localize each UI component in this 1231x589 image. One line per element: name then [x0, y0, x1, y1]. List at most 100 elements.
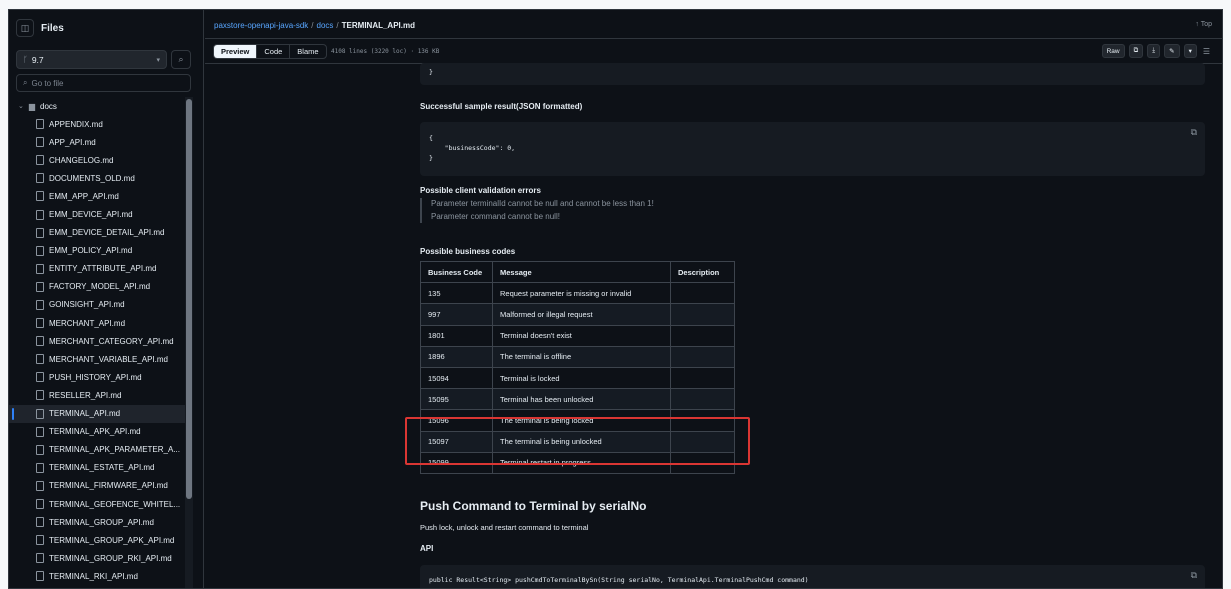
table-row: 15094 Terminal is locked — [420, 366, 735, 390]
highlight-annotation-box — [405, 417, 750, 465]
chevron-down-icon: ⌄ — [18, 103, 24, 110]
tree-item-file[interactable]: ENTITY_ATTRIBUTE_API.md — [9, 260, 185, 278]
tree-item-file[interactable]: TERMINAL_APK_PARAMETER_A... — [9, 441, 185, 459]
breadcrumb-separator: / — [311, 21, 314, 30]
sidebar-title: Files — [41, 22, 64, 34]
table-row: 135 Request parameter is missing or inval… — [420, 282, 735, 305]
tree-item-file[interactable]: TERMINAL_ESTATE_API.md — [9, 459, 185, 477]
tree-item-file[interactable]: DOCUMENTS_OLD.md — [9, 169, 185, 187]
tree-item-file[interactable]: FACTORY_MODEL_API.md — [9, 278, 185, 296]
collapse-sidebar-icon[interactable]: ◫ — [16, 19, 34, 37]
tree-item-file[interactable]: MERCHANT_CATEGORY_API.md — [9, 332, 185, 350]
tree-item-label: RESELLER_API.md — [49, 390, 122, 400]
tree-item-file[interactable]: MERCHANT_VARIABLE_API.md — [9, 350, 185, 368]
table-cell: 997 — [420, 303, 493, 326]
tree-item-label: MERCHANT_VARIABLE_API.md — [49, 354, 168, 364]
tree-item-label: DOCUMENTS_OLD.md — [49, 173, 135, 183]
tab-code[interactable]: Code — [257, 45, 291, 58]
top-link[interactable]: ↑ Top — [1195, 21, 1212, 28]
tree-item-file[interactable]: TERMINAL_GROUP_RKI_API.md — [9, 549, 185, 567]
breadcrumb-repo-link[interactable]: paxstore-openapi-java-sdk — [214, 21, 308, 30]
validation-heading: Possible client validation errors — [420, 186, 541, 195]
tree-item-file[interactable]: APP_API.md — [9, 133, 185, 151]
table-row: 1801 Terminal doesn't exist — [420, 324, 735, 347]
tree-item-file[interactable]: PUSH_HISTORY_API.md — [9, 368, 185, 386]
outline-icon[interactable]: ☰ — [1201, 47, 1212, 56]
file-icon — [36, 499, 44, 510]
scrollbar-thumb[interactable] — [186, 99, 192, 499]
column-header: Business Code — [420, 260, 493, 284]
table-cell — [670, 303, 735, 326]
tree-item-file[interactable]: EMM_POLICY_API.md — [9, 242, 185, 260]
tree-item-file[interactable]: EMM_DEVICE_API.md — [9, 205, 185, 223]
raw-button[interactable]: Raw — [1101, 44, 1125, 58]
file-icon — [36, 119, 44, 130]
view-mode-tabs: Preview Code Blame — [213, 44, 327, 59]
tree-item-file[interactable]: TERMINAL_GEOFENCE_WHITEL... — [9, 495, 185, 513]
file-icon — [36, 318, 44, 329]
tree-item-file[interactable]: EMM_DEVICE_DETAIL_API.md — [9, 224, 185, 242]
table-cell: 1896 — [420, 345, 493, 368]
branch-selector[interactable]: ᚴ 9.7 ▾ — [16, 50, 167, 69]
file-icon — [36, 408, 44, 419]
tree-item-file[interactable]: APPENDIX.md — [9, 115, 185, 133]
tree-item-label: APP_API.md — [49, 137, 96, 147]
tree-item-label: EMM_DEVICE_API.md — [49, 210, 133, 220]
copy-icon[interactable]: ⧉ — [1191, 571, 1197, 581]
file-icon — [36, 299, 44, 310]
more-edit-options-button[interactable]: ▾ — [1183, 44, 1197, 58]
tree-item-file[interactable]: TERMINAL_GROUP_API.md — [9, 513, 185, 531]
copy-icon[interactable]: ⧉ — [1191, 128, 1197, 138]
code-block-success: { "businessCode": 0, } ⧉ — [420, 122, 1205, 176]
tree-item-file[interactable]: CHANGELOG.md — [9, 151, 185, 169]
download-button[interactable]: ⤓ — [1147, 44, 1161, 58]
file-icon — [36, 227, 44, 238]
tree-item-label: APPENDIX.md — [49, 119, 103, 129]
file-toolbar: Preview Code Blame 4108 lines (3220 loc)… — [205, 38, 1222, 64]
file-icon — [36, 137, 44, 148]
tab-preview[interactable]: Preview — [214, 45, 258, 58]
tree-item-label: TERMINAL_API.md — [49, 409, 121, 419]
file-icon — [36, 390, 44, 401]
tree-item-file[interactable]: MERCHANT_API.md — [9, 314, 185, 332]
breadcrumb: paxstore-openapi-java-sdk / docs / TERMI… — [214, 21, 415, 30]
table-cell: The terminal is offline — [492, 345, 671, 368]
tree-item-file[interactable]: EMM_APP_API.md — [9, 187, 185, 205]
tree-item-file[interactable]: RESELLER_API.md — [9, 386, 185, 404]
file-icon — [36, 336, 44, 347]
code-line: public Result<String> pushCmdToTerminalB… — [429, 576, 809, 584]
copy-raw-button[interactable]: ⧉ — [1128, 44, 1144, 58]
tree-item-label: TERMINAL_GROUP_API.md — [49, 517, 154, 527]
tree-item-file[interactable]: TERMINAL_APK_API.md — [9, 423, 185, 441]
sidebar-scrollbar[interactable] — [185, 97, 193, 588]
table-cell: Request parameter is missing or invalid — [492, 282, 671, 305]
edit-button[interactable]: ✎ — [1164, 44, 1180, 58]
tree-item-file[interactable]: GOINSIGHT_API.md — [9, 296, 185, 314]
tree-item-file[interactable]: TERMINAL_RKI_API.md — [9, 567, 185, 585]
table-cell: Terminal doesn't exist — [492, 324, 671, 347]
tree-item-label: MERCHANT_API.md — [49, 318, 126, 328]
section-description: Push lock, unlock and restart command to… — [420, 523, 589, 532]
tree-item-file[interactable]: TERMINAL_FIRMWARE_API.md — [9, 477, 185, 495]
search-button[interactable]: ⌕ — [171, 50, 191, 69]
table-header-row: Business Code Message Description — [420, 260, 735, 284]
breadcrumb-separator: / — [336, 21, 339, 30]
column-header: Description — [670, 260, 735, 284]
file-icon — [36, 372, 44, 383]
file-icon — [36, 535, 44, 546]
tree-item-file[interactable]: TERMINAL_GROUP_APK_API.md — [9, 531, 185, 549]
api-heading: API — [420, 544, 434, 553]
breadcrumb-folder-link[interactable]: docs — [317, 21, 334, 30]
tree-item-label: MERCHANT_CATEGORY_API.md — [49, 336, 174, 346]
copy-icon: ⧉ — [1133, 47, 1139, 54]
tree-folder-docs[interactable]: ⌄ ▆ docs — [9, 97, 185, 115]
go-to-file-input[interactable]: ⌕ Go to file — [16, 74, 191, 92]
tree-item-file[interactable]: TERMINAL_API.md — [9, 404, 185, 423]
download-icon: ⤓ — [1152, 47, 1156, 54]
column-header: Message — [492, 260, 671, 284]
folder-icon: ▆ — [28, 101, 36, 111]
table-cell: 15094 — [420, 366, 493, 390]
sidebar-header: ◫ Files — [16, 18, 64, 38]
file-icon — [36, 480, 44, 491]
tab-blame[interactable]: Blame — [290, 45, 325, 58]
